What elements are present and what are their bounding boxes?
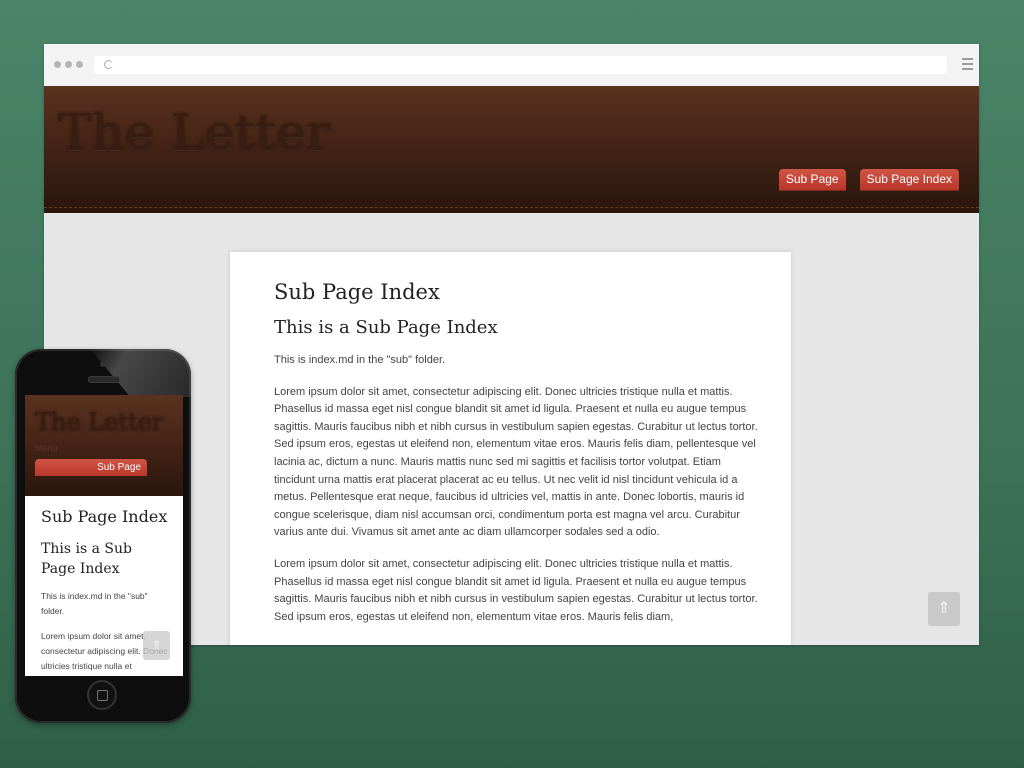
speaker-icon: [88, 376, 120, 383]
phone-intro-paragraph: This is index.md in the "sub" folder.: [41, 591, 148, 616]
window-dots-icon: [54, 61, 83, 68]
mobile-phone-mockup: The Letter Menu Sub Page Sub Page Index …: [15, 349, 191, 723]
phone-menu-label[interactable]: Menu: [35, 443, 58, 453]
content-card: Sub Page Index This is a Sub Page Index …: [230, 252, 791, 645]
phone-page-subtitle: This is a Sub Page Index: [41, 541, 132, 577]
arrow-up-icon: ⇑: [151, 638, 162, 652]
phone-nav-item-sub-page[interactable]: Sub Page: [35, 459, 147, 476]
lorem-paragraph-2: Lorem ipsum dolor sit amet, consectetur …: [274, 557, 758, 623]
intro-paragraph: This is index.md in the "sub" folder.: [274, 354, 446, 366]
back-to-top-button[interactable]: ⇑: [928, 592, 960, 626]
home-button[interactable]: [87, 680, 117, 710]
header-divider: [44, 207, 979, 208]
reload-icon[interactable]: [104, 60, 113, 69]
phone-site-header: The Letter Menu Sub Page: [25, 395, 183, 496]
phone-screen: The Letter Menu Sub Page Sub Page Index …: [25, 395, 183, 676]
main-nav: Sub Page Sub Page Index: [778, 169, 959, 190]
site-title[interactable]: The Letter: [58, 104, 331, 162]
camera-icon: [100, 362, 105, 367]
page-title: Sub Page Index: [274, 280, 440, 304]
screen-glare: [90, 349, 191, 397]
phone-page-title: Sub Page Index: [41, 507, 168, 526]
nav-item-sub-page[interactable]: Sub Page: [778, 169, 846, 190]
nav-item-sub-page-index[interactable]: Sub Page Index: [859, 169, 959, 190]
arrow-up-icon: ⇑: [937, 600, 951, 617]
phone-back-to-top-button[interactable]: ⇑: [143, 631, 170, 660]
site-header: The Letter Sub Page Sub Page Index: [44, 86, 979, 213]
lorem-paragraph-1: Lorem ipsum dolor sit amet, consectetur …: [274, 385, 758, 539]
address-bar[interactable]: [94, 56, 947, 74]
phone-site-title[interactable]: The Letter: [35, 408, 163, 436]
browser-toolbar: [44, 44, 979, 86]
hamburger-menu-icon[interactable]: [962, 58, 973, 73]
page-subtitle: This is a Sub Page Index: [274, 317, 498, 338]
